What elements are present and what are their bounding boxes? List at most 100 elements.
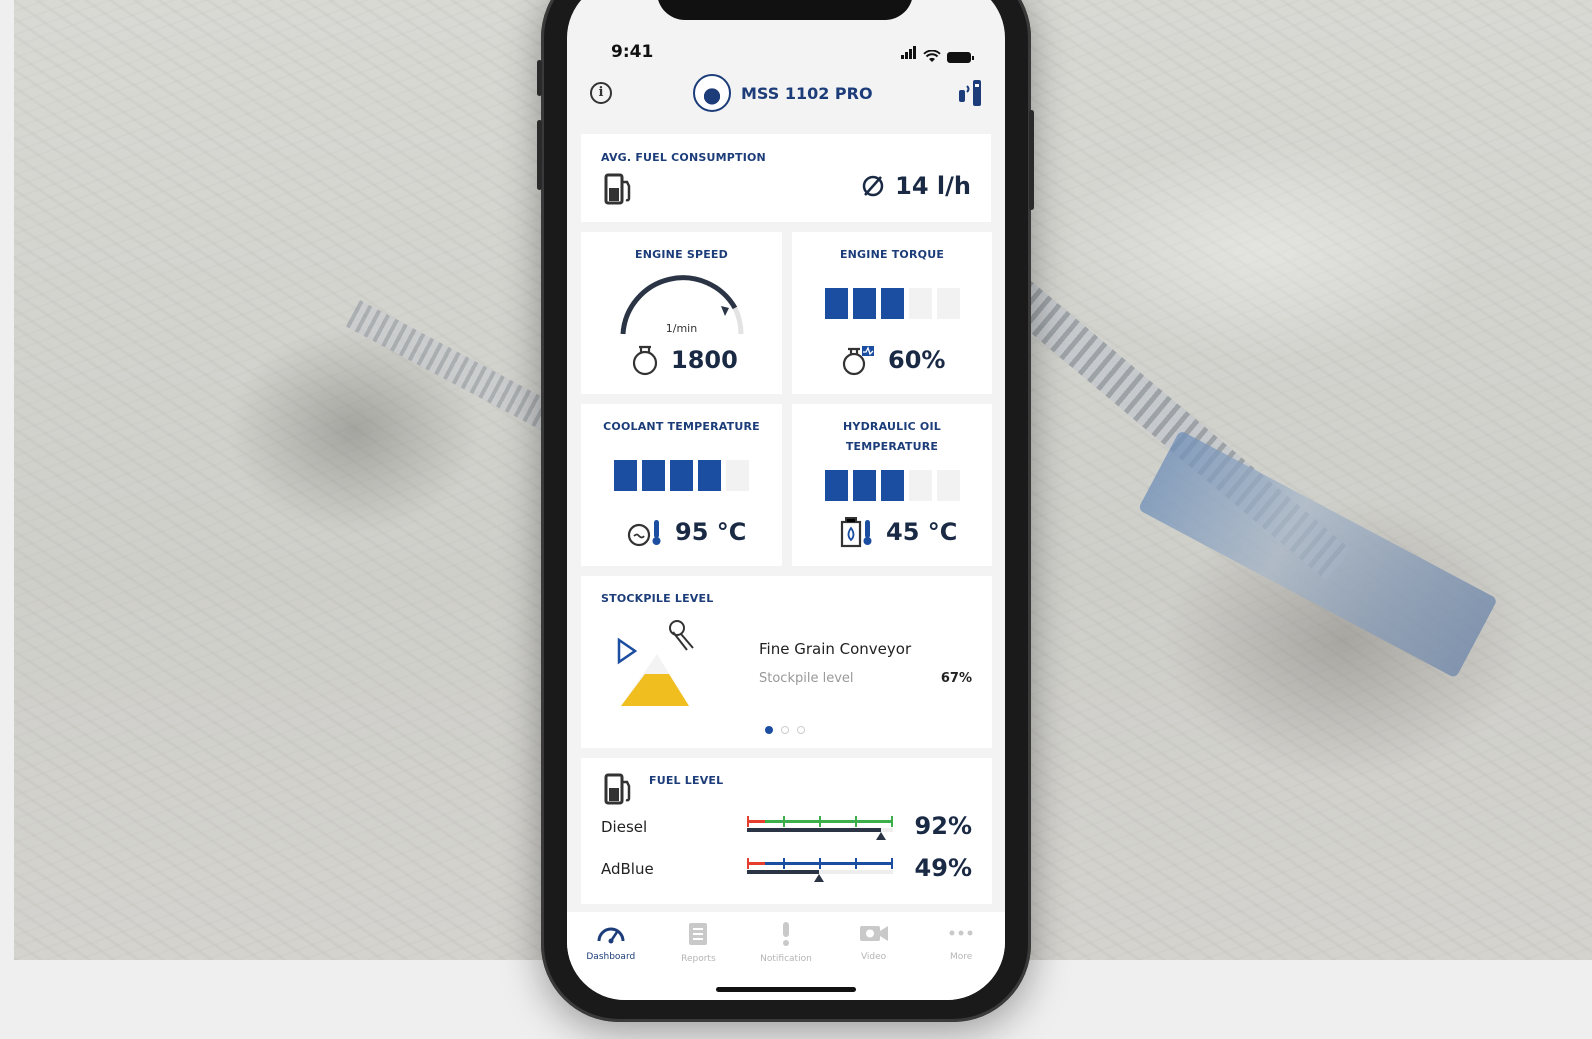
diesel-gauge-fill [747, 828, 881, 832]
engine-torque-icon [842, 346, 874, 376]
tab-dashboard-label: Dashboard [586, 952, 636, 962]
phone-notch [657, 0, 913, 20]
hydraulic-bar-1 [824, 470, 848, 501]
signal-icon [901, 44, 917, 63]
hydraulic-oil-value: 45 °C [886, 518, 958, 546]
info-icon[interactable]: i [590, 82, 612, 104]
phone-volume-up [537, 120, 542, 190]
hydraulic-bar-3 [880, 470, 904, 501]
diesel-gauge-ticks [747, 816, 893, 827]
engine-torque-label: ENGINE TORQUE [839, 248, 945, 261]
tab-dashboard[interactable]: Dashboard [567, 912, 655, 1000]
video-camera-icon [859, 926, 888, 941]
adblue-gauge-pointer [814, 874, 824, 882]
tab-notification-label: Notification [760, 954, 812, 964]
tab-video-label: Video [860, 952, 887, 962]
engine-torque-value: 60% [888, 346, 946, 374]
pager-dot-1[interactable] [765, 726, 773, 734]
pager-dot-3[interactable] [797, 726, 805, 734]
status-icons [901, 44, 974, 63]
exclamation-icon [782, 922, 789, 946]
adblue-gauge [747, 858, 893, 882]
engine-icon [632, 345, 658, 376]
fuel-consumption-value: 14 l/h [895, 172, 971, 200]
hydraulic-oil-card[interactable]: HYDRAULIC OIL TEMPERATURE 45 °C [792, 404, 992, 566]
wifi-icon [923, 50, 941, 62]
fuel-pump-icon [604, 173, 631, 205]
phone-power-button [1029, 110, 1034, 210]
engine-speed-card[interactable]: ENGINE SPEED 1/min 1800 [581, 232, 782, 394]
stockpile-value: 67% [940, 671, 972, 686]
app-header: i MSS 1102 PRO [567, 72, 1005, 112]
reports-icon [689, 923, 708, 945]
tab-reports-label: Reports [681, 954, 716, 964]
adblue-gauge-track [819, 870, 893, 874]
coolant-bar-3 [670, 460, 693, 491]
coolant-bar-2 [642, 460, 665, 491]
dashboard-gauge-icon [597, 927, 625, 944]
hydraulic-oil-readout: 45 °C [840, 516, 957, 548]
coolant-bar-5 [726, 460, 749, 491]
diesel-gauge [747, 816, 893, 840]
hydraulic-oil-label-line2: TEMPERATURE [845, 440, 939, 453]
phone-screen: 9:41 i MSS 1102 PRO AVG. FUEL CONSUMPTIO… [567, 0, 1005, 1000]
home-indicator [716, 987, 856, 992]
tab-more[interactable]: More [917, 912, 1005, 1000]
torque-bar-2 [852, 288, 876, 319]
hydraulic-bar-5 [936, 470, 960, 501]
hydraulic-bar-4 [908, 470, 932, 501]
fuel-consumption-label: AVG. FUEL CONSUMPTION [601, 151, 766, 164]
hydraulic-oil-icon [840, 517, 872, 548]
fuel-level-card[interactable]: FUEL LEVEL Diesel 92% AdBlue 49% [581, 758, 992, 904]
engine-speed-readout: 1800 [631, 344, 738, 376]
adblue-value: 49% [914, 854, 972, 882]
coolant-temperature-bars [581, 460, 782, 491]
torque-bar-5 [936, 288, 960, 319]
tab-more-label: More [950, 952, 973, 962]
engine-torque-card[interactable]: ENGINE TORQUE 60% [792, 232, 992, 394]
hydraulic-oil-bars [792, 470, 992, 501]
diesel-value: 92% [914, 812, 972, 840]
fuel-level-pump-icon [604, 773, 631, 805]
diesel-gauge-pointer [876, 832, 886, 840]
engine-speed-value: 1800 [671, 346, 738, 374]
coolant-temperature-icon [627, 520, 661, 547]
status-time: 9:41 [611, 42, 654, 62]
hydraulic-bar-2 [852, 470, 876, 501]
machine-title: MSS 1102 PRO [741, 83, 873, 103]
battery-icon [947, 52, 974, 63]
coolant-bar-4 [698, 460, 721, 491]
remote-control-icon[interactable] [955, 78, 985, 108]
engine-speed-label: ENGINE SPEED [635, 248, 728, 261]
coolant-bar-1 [614, 460, 637, 491]
adblue-label: AdBlue [601, 860, 654, 878]
engine-torque-bars [792, 288, 992, 319]
coolant-temperature-readout: 95 °C [627, 516, 746, 548]
stockpile-label: STOCKPILE LEVEL [601, 592, 714, 605]
phone-mute-switch [537, 60, 542, 96]
coolant-temperature-value: 95 °C [675, 518, 747, 546]
hydraulic-oil-label-line1: HYDRAULIC OIL [843, 420, 941, 433]
fuel-level-label: FUEL LEVEL [649, 774, 724, 787]
machine-selector[interactable]: MSS 1102 PRO [693, 74, 873, 112]
engine-speed-unit: 1/min [665, 322, 698, 335]
stockpile-card[interactable]: STOCKPILE LEVEL Fine Grain Conveyor Stoc… [581, 576, 992, 748]
machine-avatar [693, 74, 731, 112]
adblue-gauge-ticks [747, 858, 893, 869]
adblue-gauge-fill [747, 870, 819, 874]
fuel-consumption-card[interactable]: AVG. FUEL CONSUMPTION 14 l/h [581, 134, 991, 222]
torque-bar-4 [908, 288, 932, 319]
stockpile-conveyor-title: Fine Grain Conveyor [759, 640, 912, 658]
torque-bar-3 [880, 288, 904, 319]
coolant-temperature-card[interactable]: COOLANT TEMPERATURE 95 °C [581, 404, 782, 566]
coolant-temperature-label: COOLANT TEMPERATURE [603, 420, 760, 433]
average-icon [862, 175, 884, 197]
fuel-consumption-readout: 14 l/h [861, 172, 971, 200]
stockpile-illustration [617, 620, 694, 706]
diesel-label: Diesel [601, 818, 648, 836]
pager-dot-2[interactable] [781, 726, 789, 734]
more-dots-icon [949, 930, 973, 936]
engine-torque-readout: 60% [842, 344, 945, 376]
torque-bar-1 [824, 288, 848, 319]
stockpile-pager [765, 726, 805, 734]
